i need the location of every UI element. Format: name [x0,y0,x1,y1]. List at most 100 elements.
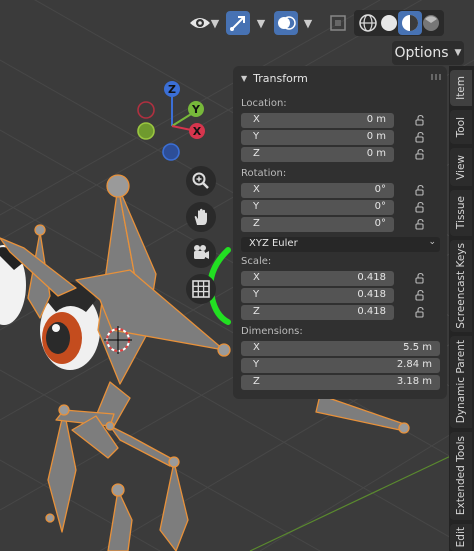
rendered-shading-icon[interactable] [419,11,443,35]
camera-icon [194,245,209,259]
neg-z-handle[interactable] [162,143,180,161]
transform-title: Transform [253,72,308,85]
scale-y-field[interactable]: Y 0.418 [241,288,394,303]
tab-edit[interactable]: Edit [450,524,472,551]
lock-icon[interactable] [415,289,427,301]
field-value: 0° [374,201,386,212]
lock-icon[interactable] [415,218,427,230]
location-label: Location: [241,98,287,109]
scale-z-field[interactable]: Z 0.418 [241,305,394,320]
magnifier-icon [192,172,209,189]
pan-button[interactable] [186,202,216,232]
field-value: 0° [374,184,386,195]
tab-label: Item [455,76,467,100]
rotation-mode-value: XYZ Euler [249,238,298,249]
axis-label: X [253,342,260,353]
tab-screencast-keys[interactable]: Screencast Keys [450,240,472,332]
field-value: 0 m [366,114,386,125]
rotation-x-field[interactable]: X 0° [241,183,394,198]
hand-icon [194,208,207,225]
field-value: 2.84 m [396,359,432,370]
axis-label: Y [253,359,260,370]
field-value: 5.5 m [403,342,432,353]
lock-icon[interactable] [415,306,427,318]
tab-dynamic-parent[interactable]: Dynamic Parent [450,336,472,428]
tab-label: Edit [455,527,467,548]
lock-icon[interactable] [415,114,427,126]
overlay-icon[interactable] [274,11,298,35]
rotation-z-field[interactable]: Z 0° [241,217,394,232]
axis-label: Z [253,376,260,387]
dimensions-z-field[interactable]: Z 3.18 m [241,375,440,390]
rotation-mode-dropdown[interactable]: XYZ Euler ⌄ [241,237,440,252]
axis-label: Y [253,131,260,142]
perspective-toggle-button[interactable] [186,274,216,304]
navigation-gizmo[interactable]: Z Y X [130,78,220,168]
field-value: 3.18 m [396,376,432,387]
lock-icon[interactable] [415,201,427,213]
tab-label: Tissue [455,196,467,230]
lock-icon[interactable] [415,148,427,160]
x-axis-label: X [193,125,202,138]
lock-icon[interactable] [415,272,427,284]
drag-handle-icon[interactable] [431,74,441,80]
tab-label: Extended Tools [455,436,467,516]
transform-panel-header[interactable]: ▼ Transform [241,72,308,85]
grid-icon [192,280,210,298]
y-axis-line [249,444,474,551]
neg-y-handle[interactable] [137,101,155,119]
tab-label: Dynamic Parent [455,340,467,424]
axis-label: Z [253,306,260,317]
navigation-tools [186,166,216,310]
transform-panel: ▼ Transform Location: X 0 m Y 0 m Z 0 m Rot… [233,66,447,399]
location-x-field[interactable]: X 0 m [241,113,394,128]
chevron-down-icon: ⌄ [428,237,436,247]
chevron-down-icon: ▼ [454,48,462,58]
tab-label: Tool [455,116,467,138]
scale-label: Scale: [241,256,272,267]
camera-view-button[interactable] [186,238,216,268]
chevron-down-icon[interactable]: ▼ [208,12,222,34]
z-axis-label: Z [168,83,176,96]
chevron-down-icon: ▼ [241,74,248,83]
tab-label: Screencast Keys [455,243,467,329]
dimensions-y-field[interactable]: Y 2.84 m [241,358,440,373]
rotation-y-field[interactable]: Y 0° [241,200,394,215]
field-value: 0 m [366,131,386,142]
field-value: 0 m [366,148,386,159]
sidebar-tabs: Item Tool View Tissue Screencast Keys Dy… [449,66,474,551]
lock-icon[interactable] [415,131,427,143]
axis-label: Z [253,218,260,229]
dimensions-label: Dimensions: [241,326,303,337]
chevron-down-icon[interactable]: ▼ [301,12,315,34]
options-dropdown[interactable]: Options ▼ [392,41,464,65]
location-z-field[interactable]: Z 0 m [241,147,394,162]
axis-label: X [253,184,260,195]
axis-label: X [253,272,260,283]
tab-item[interactable]: Item [450,70,472,106]
tab-tool[interactable]: Tool [450,110,472,144]
options-label: Options [394,45,449,61]
field-value: 0.418 [357,306,386,317]
tab-view[interactable]: View [450,148,472,186]
gizmo-icon[interactable] [226,11,250,35]
field-value: 0.418 [357,289,386,300]
axis-label: X [253,114,260,125]
tab-tissue[interactable]: Tissue [450,190,472,236]
scale-x-field[interactable]: X 0.418 [241,271,394,286]
axis-label: Y [253,289,260,300]
lock-icon[interactable] [415,184,427,196]
neg-x-handle[interactable] [137,122,155,140]
xray-icon[interactable] [326,11,350,35]
location-y-field[interactable]: Y 0 m [241,130,394,145]
field-value: 0° [374,218,386,229]
y-axis-label: Y [191,103,201,116]
rotation-label: Rotation: [241,168,287,179]
axis-label: Y [253,201,260,212]
dimensions-x-field[interactable]: X 5.5 m [241,341,440,356]
zoom-button[interactable] [186,166,216,196]
tab-extended-tools[interactable]: Extended Tools [450,432,472,520]
field-value: 0.418 [357,272,386,283]
chevron-down-icon[interactable]: ▼ [254,12,268,34]
tab-label: View [455,154,467,180]
